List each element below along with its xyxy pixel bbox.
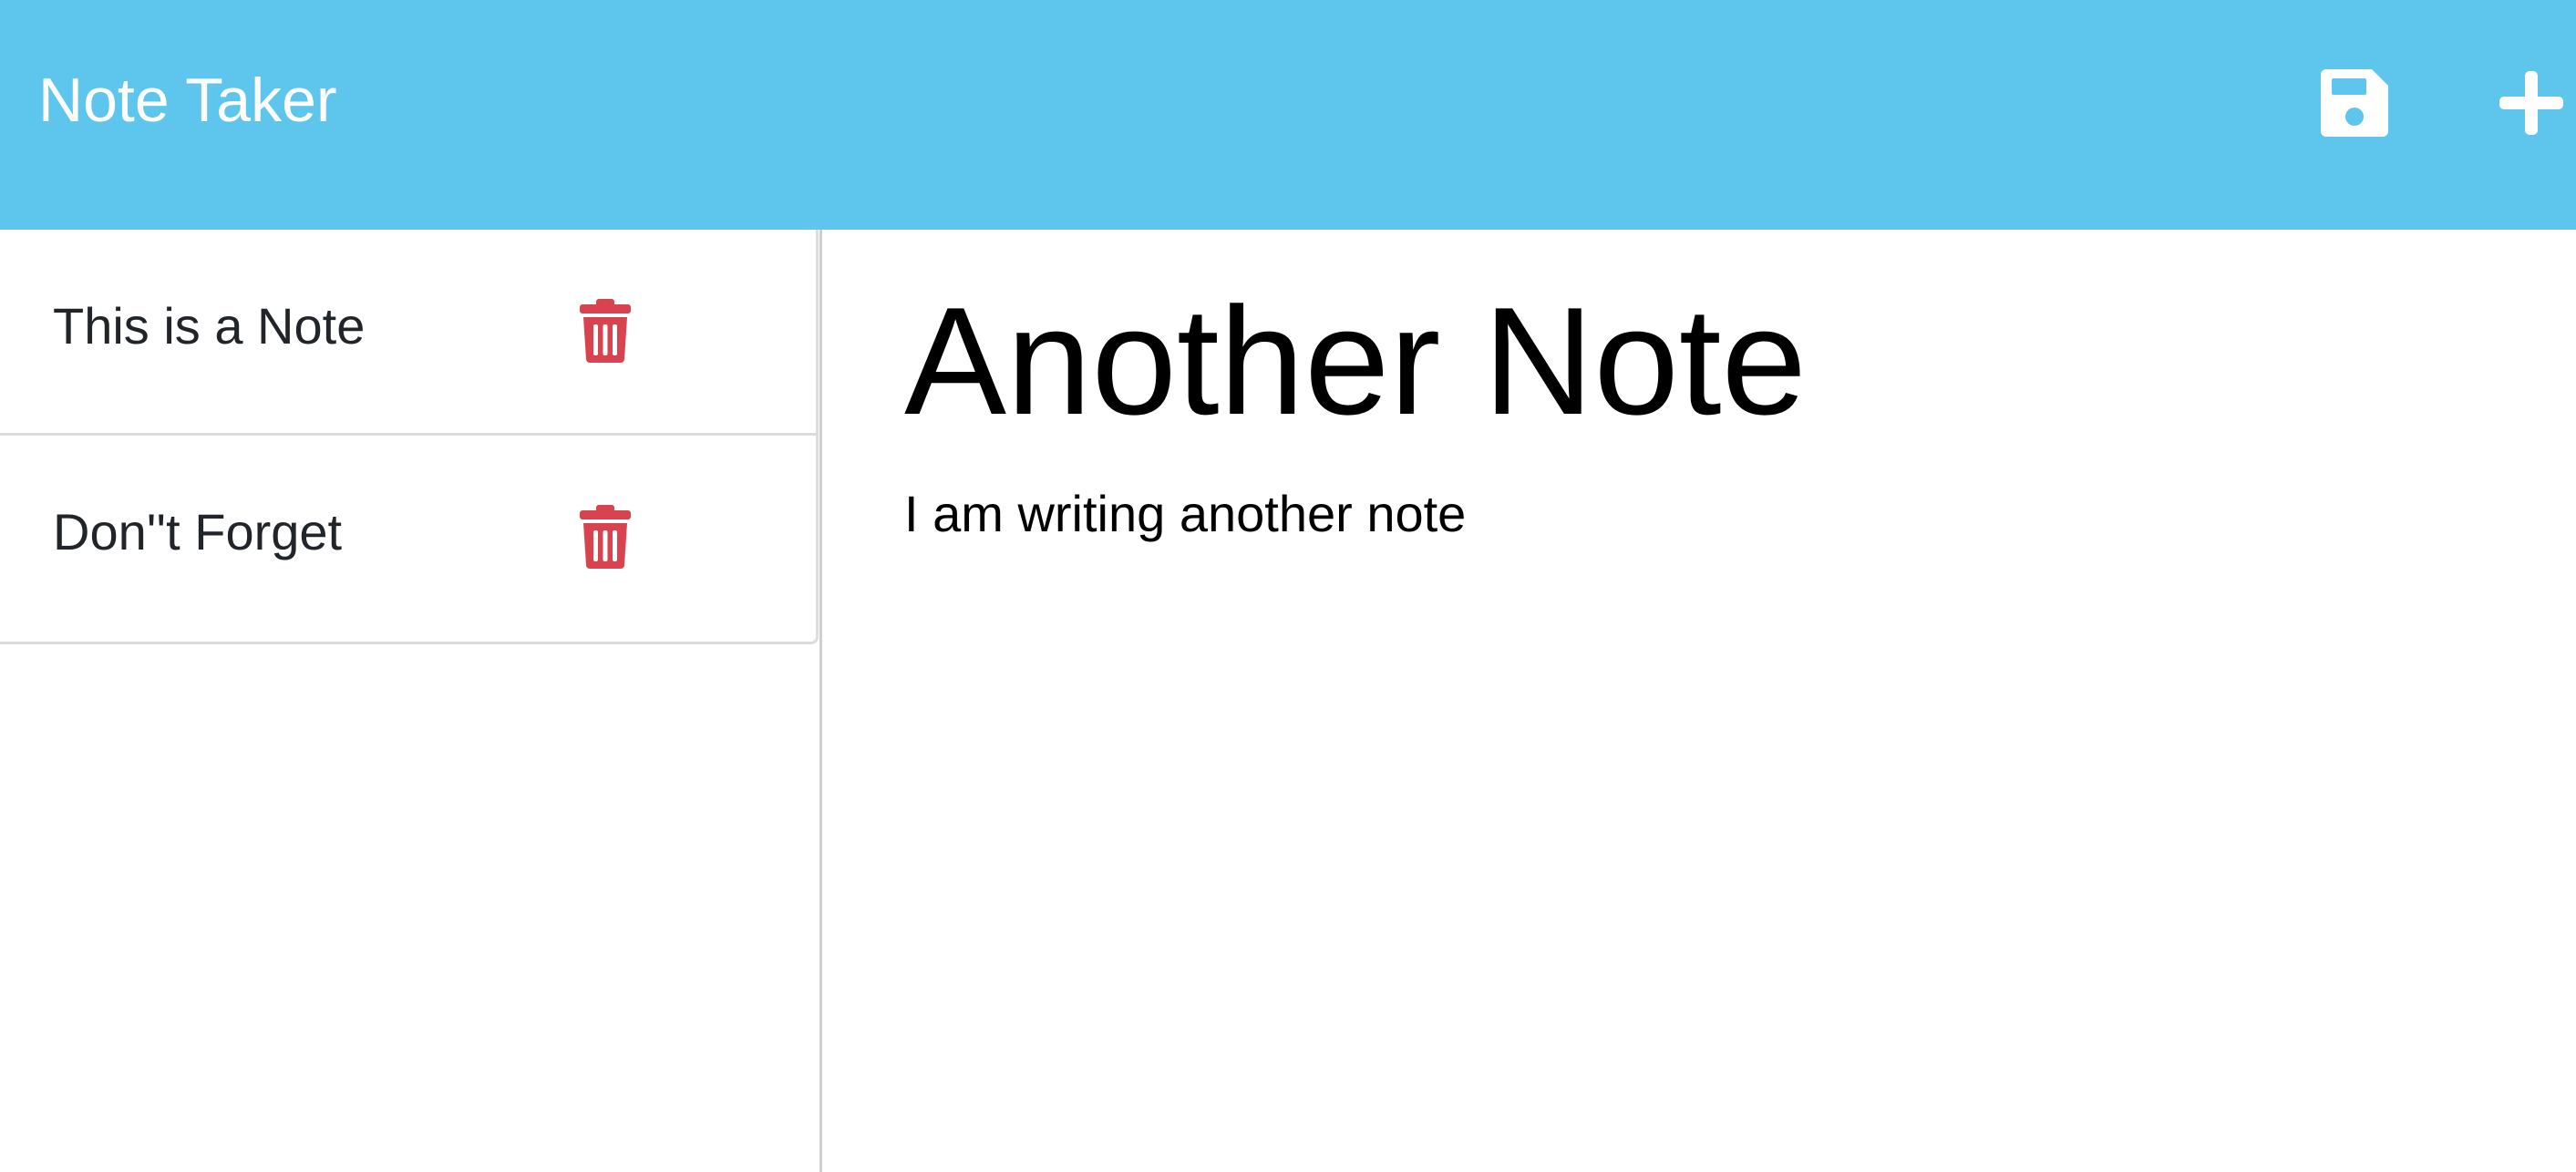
list-item[interactable]: This is a Note xyxy=(0,230,816,436)
app-title: Note Taker xyxy=(38,66,337,135)
note-title-input[interactable] xyxy=(904,279,2454,443)
trash-icon[interactable] xyxy=(578,505,633,569)
note-text-input[interactable]: I am writing another note xyxy=(904,481,2454,1119)
list-item[interactable]: Don''t Forget xyxy=(0,436,816,642)
note-editor: I am writing another note xyxy=(822,230,2576,1172)
note-list-title[interactable]: Don''t Forget xyxy=(53,507,342,558)
trash-icon[interactable] xyxy=(578,299,633,363)
floppy-disk-icon[interactable] xyxy=(2319,67,2390,139)
navbar: Note Taker xyxy=(0,0,2576,230)
plus-icon[interactable] xyxy=(2496,67,2567,139)
note-list-title[interactable]: This is a Note xyxy=(53,301,365,352)
note-list: This is a Note Don''t Forget xyxy=(0,230,819,644)
notes-sidebar: This is a Note Don''t Forget xyxy=(0,230,822,1172)
